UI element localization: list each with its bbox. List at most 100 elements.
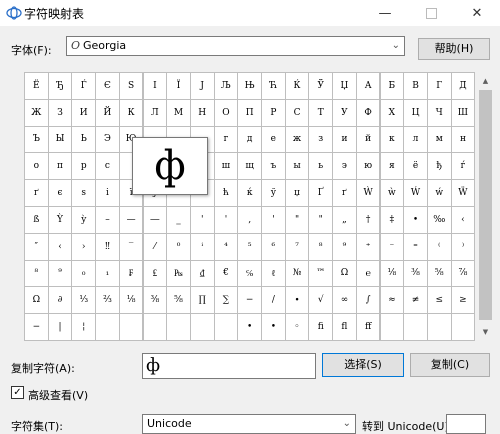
char-cell[interactable]: "	[284, 206, 310, 234]
char-cell[interactable]: Ж	[24, 98, 49, 127]
char-cell[interactable]: /	[261, 286, 286, 315]
char-cell[interactable]: ⅔	[95, 286, 120, 315]
char-cell[interactable]: ℓ	[261, 259, 286, 288]
char-cell[interactable]: ё	[403, 152, 428, 181]
char-cell[interactable]: •	[237, 313, 262, 341]
char-cell[interactable]: Ќ	[284, 72, 310, 100]
char-cell[interactable]: џ	[284, 179, 310, 207]
scroll-up-icon[interactable]: ▲	[477, 72, 494, 89]
char-cell[interactable]: ₤	[142, 259, 168, 288]
char-cell[interactable]: ⅝	[426, 259, 452, 288]
char-cell[interactable]: ѕ	[71, 179, 97, 207]
char-cell[interactable]: ⁻	[379, 232, 405, 261]
char-cell[interactable]	[166, 313, 191, 341]
grid-scrollbar[interactable]: ▲ ▼	[477, 72, 494, 340]
char-cell[interactable]	[403, 313, 428, 341]
char-cell[interactable]: И	[71, 98, 97, 127]
char-cell[interactable]: ш	[213, 152, 239, 181]
char-cell[interactable]: Т	[308, 98, 334, 127]
char-cell[interactable]: ь	[308, 152, 334, 181]
char-cell[interactable]: ‚	[237, 206, 262, 234]
char-cell[interactable]: Д	[450, 72, 476, 100]
char-cell[interactable]: "	[308, 206, 334, 234]
char-cell[interactable]: Ч	[426, 98, 452, 127]
char-cell[interactable]: ‹	[450, 206, 476, 234]
char-cell[interactable]: ß	[24, 206, 49, 234]
char-cell[interactable]: ≥	[450, 286, 476, 315]
char-cell[interactable]: Ћ	[261, 72, 286, 100]
maximize-button[interactable]	[408, 0, 454, 26]
close-button[interactable]: ✕	[454, 0, 500, 26]
char-cell[interactable]: ⅞	[450, 259, 476, 288]
char-cell[interactable]: Ь	[71, 125, 97, 154]
copy-characters-input[interactable]: ф	[142, 353, 316, 379]
char-cell[interactable]	[189, 313, 215, 341]
char-cell[interactable]: щ	[237, 152, 262, 181]
char-cell[interactable]: ‰	[426, 206, 452, 234]
char-cell[interactable]: ⁴	[213, 232, 239, 261]
copy-button[interactable]: 复制(C)	[410, 353, 490, 377]
character-grid[interactable]: ЁЂЃЄSІЇЈЉЊЋЌЎЏАБВГД ЖЗИЙКЛМНОПРСТУФХЦЧШ ЪЫ…	[24, 72, 476, 341]
char-cell[interactable]: fi	[308, 313, 334, 341]
char-cell[interactable]: Ё	[24, 72, 49, 100]
char-cell[interactable]: ђ	[426, 152, 452, 181]
char-cell[interactable]: Ъ	[24, 125, 49, 154]
char-cell[interactable]: '	[189, 206, 215, 234]
char-cell[interactable]: п	[47, 152, 73, 181]
char-cell[interactable]	[213, 313, 239, 341]
char-cell[interactable]: ‼	[95, 232, 120, 261]
char-cell[interactable]: ⁹	[47, 259, 73, 288]
char-cell[interactable]: ∙	[284, 286, 310, 315]
char-cell[interactable]: €	[213, 259, 239, 288]
char-cell[interactable]: є	[47, 179, 73, 207]
minimize-button[interactable]: —	[362, 0, 408, 26]
char-cell[interactable]: м	[426, 125, 452, 154]
char-cell[interactable]: Љ	[213, 72, 239, 100]
char-cell[interactable]: Э	[95, 125, 120, 154]
char-cell[interactable]: ∏	[189, 286, 215, 315]
char-cell[interactable]: П	[237, 98, 262, 127]
char-cell[interactable]: ◦	[284, 313, 310, 341]
char-cell[interactable]: ⅜	[142, 286, 168, 315]
char-cell[interactable]: '	[261, 206, 286, 234]
char-cell[interactable]: е	[261, 125, 286, 154]
char-cell[interactable]: ∞	[332, 286, 357, 315]
char-cell[interactable]: ⅛	[379, 259, 405, 288]
char-cell[interactable]: ⁰	[166, 232, 191, 261]
char-cell[interactable]: Њ	[237, 72, 262, 100]
char-cell[interactable]: р	[71, 152, 97, 181]
char-cell[interactable]: Й	[95, 98, 120, 127]
char-cell[interactable]	[142, 313, 168, 341]
char-cell[interactable]: э	[332, 152, 357, 181]
char-cell[interactable]: |	[47, 313, 73, 341]
char-cell[interactable]: ⁱ	[189, 232, 215, 261]
char-cell[interactable]: ﬀ	[355, 313, 381, 341]
char-cell[interactable]: г	[213, 125, 239, 154]
char-cell[interactable]: ⁹	[332, 232, 357, 261]
char-cell[interactable]: л	[403, 125, 428, 154]
char-cell[interactable]: З	[47, 98, 73, 127]
char-cell[interactable]: ⅜	[403, 259, 428, 288]
char-cell[interactable]	[118, 313, 144, 341]
char-cell[interactable]: з	[308, 125, 334, 154]
char-cell[interactable]: ћ	[213, 179, 239, 207]
char-cell[interactable]: Ђ	[47, 72, 73, 100]
char-cell[interactable]: Р	[261, 98, 286, 127]
char-cell[interactable]: Н	[189, 98, 215, 127]
char-cell[interactable]: ж	[284, 125, 310, 154]
char-cell[interactable]: к	[379, 125, 405, 154]
char-cell[interactable]: †	[355, 206, 381, 234]
char-cell[interactable]: ю	[355, 152, 381, 181]
char-cell[interactable]: ∑	[213, 286, 239, 315]
char-cell[interactable]: —	[118, 206, 144, 234]
char-cell[interactable]: ⁄	[142, 232, 168, 261]
char-cell[interactable]: Џ	[332, 72, 357, 100]
char-cell[interactable]: д	[237, 125, 262, 154]
char-cell[interactable]: ≈	[379, 286, 405, 315]
char-cell[interactable]: ‹	[47, 232, 73, 261]
char-cell[interactable]: ₫	[189, 259, 215, 288]
char-cell[interactable]: ъ	[261, 152, 286, 181]
char-cell[interactable]: S	[118, 72, 144, 100]
char-cell[interactable]: ″	[24, 232, 49, 261]
char-cell[interactable]: У	[332, 98, 357, 127]
